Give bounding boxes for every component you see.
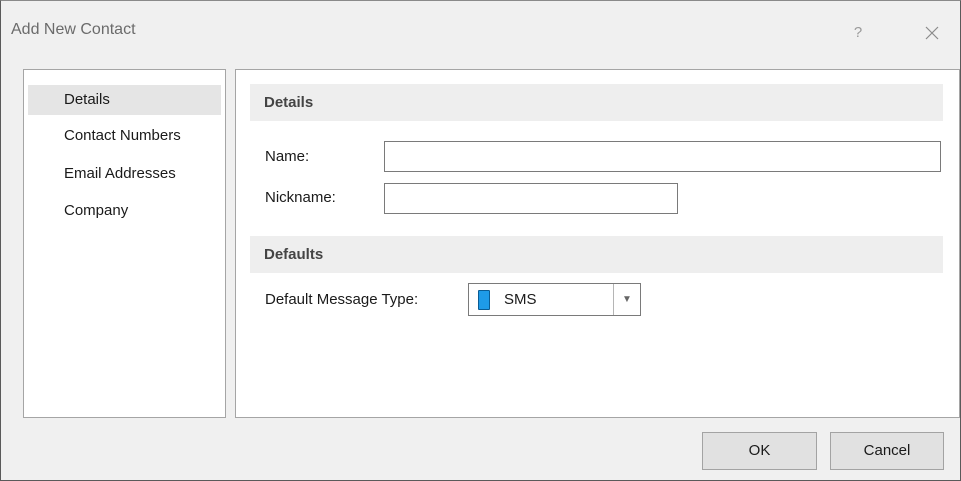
close-button[interactable] — [909, 15, 955, 51]
default-message-type-label: Default Message Type: — [265, 291, 419, 308]
ok-button[interactable]: OK — [702, 432, 817, 470]
nickname-label: Nickname: — [265, 189, 336, 206]
details-section-header: Details — [250, 84, 943, 121]
category-list: Details Contact Numbers Email Addresses … — [23, 69, 226, 418]
name-input[interactable] — [384, 141, 941, 172]
nickname-input[interactable] — [384, 183, 678, 214]
nav-item-details[interactable]: Details — [28, 85, 221, 115]
add-new-contact-dialog: Add New Contact ? Details Contact Number… — [0, 0, 961, 481]
cancel-button[interactable]: Cancel — [830, 432, 944, 470]
default-message-type-select[interactable]: SMS ▼ — [468, 283, 641, 316]
details-panel: Details Name: Nickname: Defaults Default… — [235, 69, 960, 418]
nav-item-contact-numbers[interactable]: Contact Numbers — [28, 121, 221, 151]
dropdown-arrow-icon[interactable]: ▼ — [614, 284, 640, 315]
name-label: Name: — [265, 148, 310, 165]
close-icon — [925, 26, 939, 40]
defaults-section-header: Defaults — [250, 236, 943, 273]
sms-phone-icon — [478, 290, 490, 310]
nav-item-email-addresses[interactable]: Email Addresses — [28, 159, 221, 189]
help-button[interactable]: ? — [835, 15, 881, 51]
title-bar: Add New Contact ? — [1, 1, 960, 53]
nav-item-company[interactable]: Company — [28, 196, 221, 226]
default-message-type-value: SMS — [504, 291, 537, 308]
dialog-title: Add New Contact — [11, 21, 136, 38]
